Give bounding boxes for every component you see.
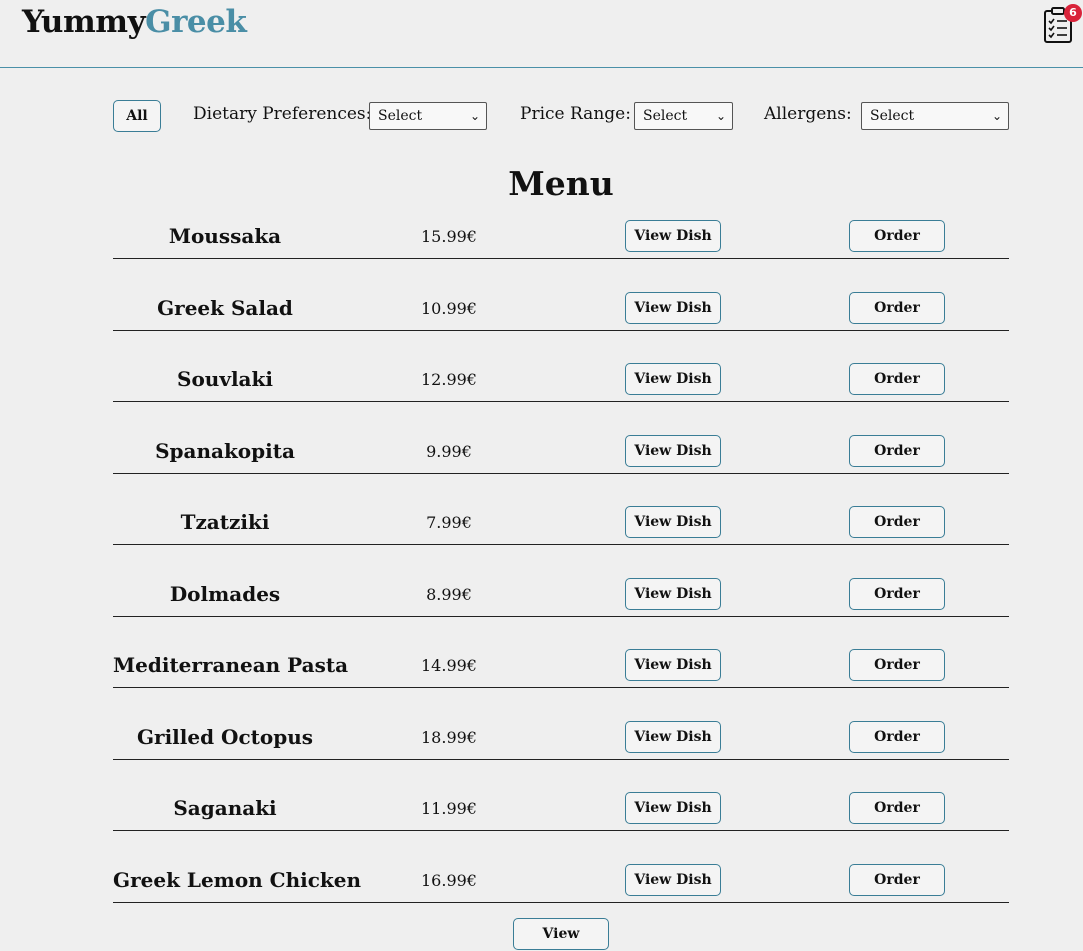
- logo-text-primary: Yummy: [22, 4, 146, 40]
- price-range-label: Price Range:: [520, 104, 631, 124]
- order-button[interactable]: Order: [849, 649, 945, 681]
- menu-row: Saganaki 11.99€ View Dish Order: [113, 760, 1009, 831]
- dish-price: 12.99€: [421, 370, 477, 389]
- order-button[interactable]: Order: [849, 577, 945, 610]
- view-dish-button[interactable]: View Dish: [625, 649, 721, 681]
- logo-text-accent: Greek: [145, 4, 247, 40]
- dish-price: 7.99€: [426, 513, 472, 532]
- dish-price: 14.99€: [421, 656, 477, 675]
- chevron-down-icon: ⌄: [715, 109, 726, 123]
- view-dish-button[interactable]: View Dish: [625, 434, 721, 467]
- order-button[interactable]: Order: [849, 291, 945, 324]
- allergens-select-value: Select: [870, 108, 915, 124]
- menu-row: Dolmades 8.99€ View Dish Order: [113, 545, 1009, 617]
- menu-row: Grilled Octopus 18.99€ View Dish Order: [113, 688, 1009, 760]
- dish-name: Mediterranean Pasta: [113, 653, 349, 677]
- dish-name: Souvlaki: [177, 367, 273, 391]
- order-button[interactable]: Order: [849, 363, 945, 395]
- view-dish-button[interactable]: View Dish: [625, 720, 721, 753]
- menu-row: Greek Lemon Chicken 16.99€ View Dish Ord…: [113, 831, 1009, 903]
- view-dish-button[interactable]: View Dish: [625, 291, 721, 324]
- dish-price: 10.99€: [421, 298, 477, 318]
- view-dish-button[interactable]: View Dish: [625, 220, 721, 252]
- dietary-select-value: Select: [378, 108, 423, 124]
- order-button[interactable]: Order: [849, 506, 945, 538]
- order-button[interactable]: Order: [849, 792, 945, 824]
- logo[interactable]: YummyGreek: [22, 4, 247, 40]
- order-button[interactable]: Order: [849, 220, 945, 252]
- menu-row: Spanakopita 9.99€ View Dish Order: [113, 402, 1009, 474]
- dish-name: Dolmades: [169, 581, 281, 606]
- filter-bar: All Dietary Preferences: Select ⌄ Price …: [113, 100, 1009, 132]
- menu-row: Moussaka 15.99€ View Dish Order: [113, 212, 1009, 259]
- orders-cart-button[interactable]: 6: [1040, 4, 1082, 44]
- view-dish-button[interactable]: View Dish: [625, 506, 721, 538]
- menu-title: Menu: [508, 164, 614, 203]
- chevron-down-icon: ⌄: [991, 109, 1002, 123]
- dish-name: Tzatziki: [180, 510, 270, 534]
- price-range-select[interactable]: Select ⌄: [634, 102, 733, 130]
- cart-count-badge: 6: [1064, 4, 1082, 22]
- allergens-label: Allergens:: [764, 104, 852, 124]
- view-orders-button[interactable]: View Orders: [513, 918, 609, 950]
- view-dish-button[interactable]: View Dish: [625, 363, 721, 395]
- dietary-select[interactable]: Select ⌄: [369, 102, 487, 130]
- view-dish-button[interactable]: View Dish: [625, 577, 721, 610]
- menu-row: Tzatziki 7.99€ View Dish Order: [113, 474, 1009, 545]
- chevron-down-icon: ⌄: [469, 109, 480, 123]
- dietary-label: Dietary Preferences:: [193, 104, 372, 124]
- menu-row: Souvlaki 12.99€ View Dish Order: [113, 331, 1009, 402]
- view-dish-button[interactable]: View Dish: [625, 863, 721, 896]
- dish-name: Spanakopita: [155, 438, 295, 463]
- dish-name: Greek Salad: [157, 295, 293, 320]
- all-filter-button[interactable]: All: [113, 100, 161, 132]
- dish-name: Greek Lemon Chicken: [113, 867, 362, 892]
- dish-price: 16.99€: [421, 870, 477, 890]
- menu-list: Moussaka 15.99€ View Dish Order Greek Sa…: [113, 212, 1009, 903]
- dish-name: Moussaka: [168, 224, 282, 248]
- price-range-select-value: Select: [643, 108, 688, 124]
- header: YummyGreek 6: [0, 0, 1083, 68]
- dish-price: 11.99€: [421, 799, 477, 818]
- order-button[interactable]: Order: [849, 434, 945, 467]
- dish-name: Grilled Octopus: [136, 724, 314, 749]
- dish-name: Saganaki: [173, 796, 277, 820]
- allergens-select[interactable]: Select ⌄: [861, 102, 1009, 130]
- dish-price: 8.99€: [426, 584, 472, 604]
- order-button[interactable]: Order: [849, 720, 945, 753]
- dish-price: 18.99€: [421, 727, 477, 747]
- view-dish-button[interactable]: View Dish: [625, 792, 721, 824]
- dish-price: 15.99€: [421, 227, 477, 246]
- order-button[interactable]: Order: [849, 863, 945, 896]
- dish-price: 9.99€: [426, 441, 472, 461]
- menu-row: Mediterranean Pasta 14.99€ View Dish Ord…: [113, 617, 1009, 688]
- menu-row: Greek Salad 10.99€ View Dish Order: [113, 259, 1009, 331]
